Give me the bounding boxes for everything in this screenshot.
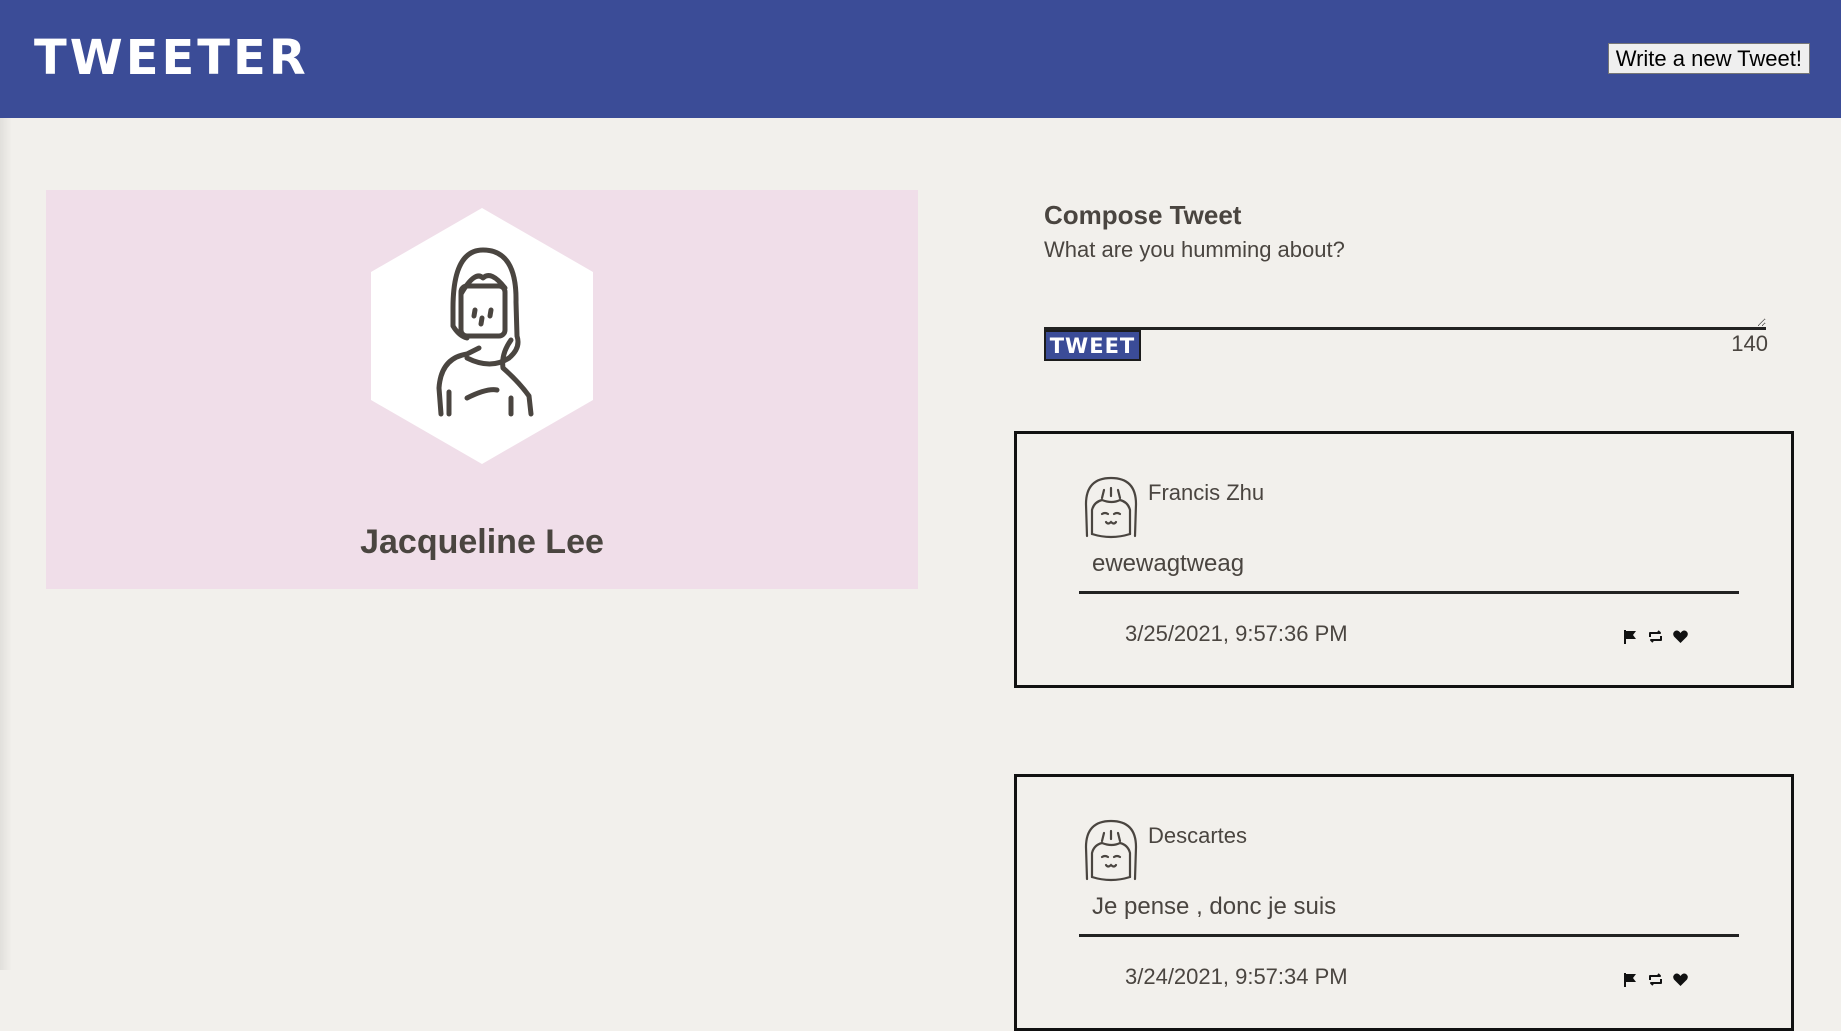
flag-icon[interactable] [1622,971,1639,988]
tweet-content: Je pense , donc je suis [1092,893,1337,920]
heart-icon[interactable] [1672,971,1689,988]
profile-name: Jacqueline Lee [360,523,604,561]
tweet-actions [1622,626,1702,646]
tweet-date: 3/25/2021, 9:57:36 PM [1125,621,1348,646]
tweet-card: Descartes Je pense , donc je suis 3/24/2… [1014,774,1794,1031]
tweet-divider [1079,591,1739,594]
tweet-author: Descartes [1148,823,1248,848]
write-new-tweet-button[interactable]: Write a new Tweet! [1607,43,1810,74]
app-logo: TWEETER [34,30,309,86]
top-nav: TWEETER Write a new Tweet! [0,0,1841,118]
retweet-icon[interactable] [1647,628,1664,645]
profile-avatar [371,208,593,464]
tweet-card: Francis Zhu ewewagtweag 3/25/2021, 9:57:… [1014,431,1794,688]
tweet-content: ewewagtweag [1092,550,1245,577]
tweet-author: Francis Zhu [1148,480,1265,505]
character-counter: 140 [1731,331,1768,356]
tweet-avatar [1084,476,1138,539]
compose-title: Compose Tweet [1044,199,1242,230]
flag-icon[interactable] [1622,628,1639,645]
tweet-submit-button[interactable]: TWEET [1044,330,1141,361]
profile-card: Jacqueline Lee [46,190,918,589]
retweet-icon[interactable] [1647,971,1664,988]
tweet-avatar [1084,819,1138,882]
tweet-actions [1622,969,1702,989]
tweet-text-input[interactable] [1044,233,1766,330]
heart-icon[interactable] [1672,628,1689,645]
tweet-divider [1079,934,1739,937]
tweet-date: 3/24/2021, 9:57:34 PM [1125,964,1348,989]
page-shadow [0,0,12,970]
